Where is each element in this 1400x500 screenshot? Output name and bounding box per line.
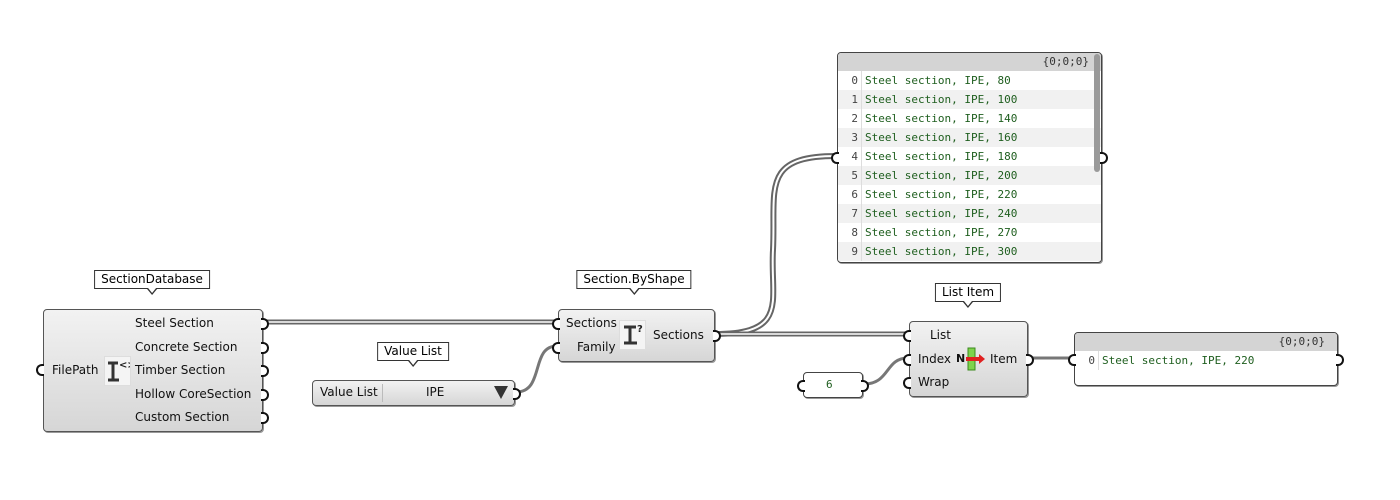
result-input-grip[interactable]	[1068, 354, 1076, 366]
panel-row: 6 Steel section, IPE, 220	[838, 185, 1101, 204]
row-index: 9	[838, 242, 862, 261]
row-value: Steel section, IPE, 300	[865, 245, 1018, 258]
panel-rows: 0 Steel section, IPE, 80 1 Steel section, I…	[838, 71, 1101, 261]
input-index-label: Index	[918, 352, 952, 366]
row-index: 7	[838, 204, 862, 223]
sections-input-grip[interactable]	[552, 318, 560, 330]
output-timber-section: Timber Section	[135, 363, 226, 377]
section-by-shape-tag: Section.ByShape	[576, 270, 692, 295]
index-number-panel[interactable]: 6	[803, 372, 863, 398]
wire-sections-to-panel[interactable]	[714, 153, 837, 337]
output-item-label: Item	[990, 352, 1018, 366]
value-list-label: Value List	[320, 385, 378, 399]
row-index: 4	[838, 147, 862, 166]
panel-row: 1 Steel section, IPE, 100	[838, 90, 1101, 109]
list-item-component[interactable]: List Index Wrap N Item	[909, 321, 1028, 397]
svg-text:<>: <>	[119, 360, 130, 371]
wrap-input-grip[interactable]	[903, 377, 911, 389]
filepath-input-label: FilePath	[52, 363, 99, 377]
section-by-shape-icon: ?	[619, 320, 646, 350]
index-input-grip[interactable]	[903, 354, 911, 366]
panel-row: 4 Steel section, IPE, 180	[838, 147, 1101, 166]
result-rows: 0 Steel section, IPE, 220	[1075, 351, 1337, 370]
number-panel-input-grip[interactable]	[797, 380, 805, 392]
sections-panel[interactable]: {0;0;0} 0 Steel section, IPE, 80 1 Steel se…	[837, 52, 1102, 263]
value-list-selected[interactable]: IPE	[426, 385, 444, 399]
row-index: 8	[838, 223, 862, 242]
row-index: 0	[838, 71, 862, 90]
input-sections-label: Sections	[566, 316, 617, 330]
list-item-icon	[964, 347, 988, 371]
row-value: Steel section, IPE, 140	[865, 112, 1018, 125]
result-path-header: {0;0;0}	[1075, 333, 1337, 351]
row-index: 5	[838, 166, 862, 185]
row-index: 6	[838, 185, 862, 204]
panel-row: 2 Steel section, IPE, 140	[838, 109, 1101, 128]
row-index: 2	[838, 109, 862, 128]
input-list-label: List	[930, 328, 951, 342]
row-index: 1	[838, 90, 862, 109]
panel-row: 0 Steel section, IPE, 80	[838, 71, 1101, 90]
row-value: Steel section, IPE, 180	[865, 150, 1018, 163]
list-input-grip[interactable]	[903, 330, 911, 342]
filepath-input-grip[interactable]	[36, 364, 44, 376]
result-panel[interactable]: {0;0;0} 0 Steel section, IPE, 220	[1074, 332, 1338, 386]
svg-text:?: ?	[637, 324, 643, 335]
panel-row: 5 Steel section, IPE, 200	[838, 166, 1101, 185]
section-database-tag: SectionDatabase	[94, 270, 210, 295]
row-index: 0	[1075, 351, 1099, 370]
section-database-component[interactable]: FilePath <> Steel Section Concrete Secti…	[43, 309, 263, 432]
row-index: 3	[838, 128, 862, 147]
panel-path-header: {0;0;0}	[838, 53, 1101, 71]
panel-row: 9 Steel section, IPE, 300	[838, 242, 1101, 261]
index-number-value[interactable]: 6	[826, 378, 833, 391]
value-list-component[interactable]: Value List IPE	[312, 380, 515, 406]
input-wrap-label: Wrap	[918, 375, 950, 389]
list-item-tag: List Item	[934, 283, 1002, 308]
row-value: Steel section, IPE, 220	[1102, 354, 1255, 367]
section-database-icon: <>	[104, 356, 136, 386]
panel-row: 7 Steel section, IPE, 240	[838, 204, 1101, 223]
row-value: Steel section, IPE, 240	[865, 207, 1018, 220]
panel-row: 0 Steel section, IPE, 220	[1075, 351, 1337, 370]
panel-row: 3 Steel section, IPE, 160	[838, 128, 1101, 147]
output-custom-section: Custom Section	[135, 410, 230, 424]
panel-input-grip[interactable]	[831, 152, 839, 164]
family-input-grip[interactable]	[552, 342, 560, 354]
row-value: Steel section, IPE, 270	[865, 226, 1018, 239]
section-by-shape-component[interactable]: Sections Family ? Sections	[558, 309, 715, 362]
output-concrete-section: Concrete Section	[135, 340, 238, 354]
row-value: Steel section, IPE, 160	[865, 131, 1018, 144]
row-value: Steel section, IPE, 200	[865, 169, 1018, 182]
dropdown-arrow-icon[interactable]	[494, 386, 508, 399]
output-hollow-core-section: Hollow CoreSection	[135, 387, 252, 401]
input-family-label: Family	[577, 340, 616, 354]
row-value: Steel section, IPE, 220	[865, 188, 1018, 201]
row-value: Steel section, IPE, 80	[865, 74, 1011, 87]
output-steel-section: Steel Section	[135, 316, 214, 330]
value-list-divider	[382, 384, 383, 402]
panel-row: 8 Steel section, IPE, 270	[838, 223, 1101, 242]
row-value: Steel section, IPE, 100	[865, 93, 1018, 106]
output-sections-label: Sections	[653, 328, 704, 342]
wire-valuelist-to-family[interactable]	[515, 344, 558, 394]
wire-number-to-index[interactable]	[863, 356, 909, 386]
value-list-tag: Value List	[377, 342, 449, 367]
